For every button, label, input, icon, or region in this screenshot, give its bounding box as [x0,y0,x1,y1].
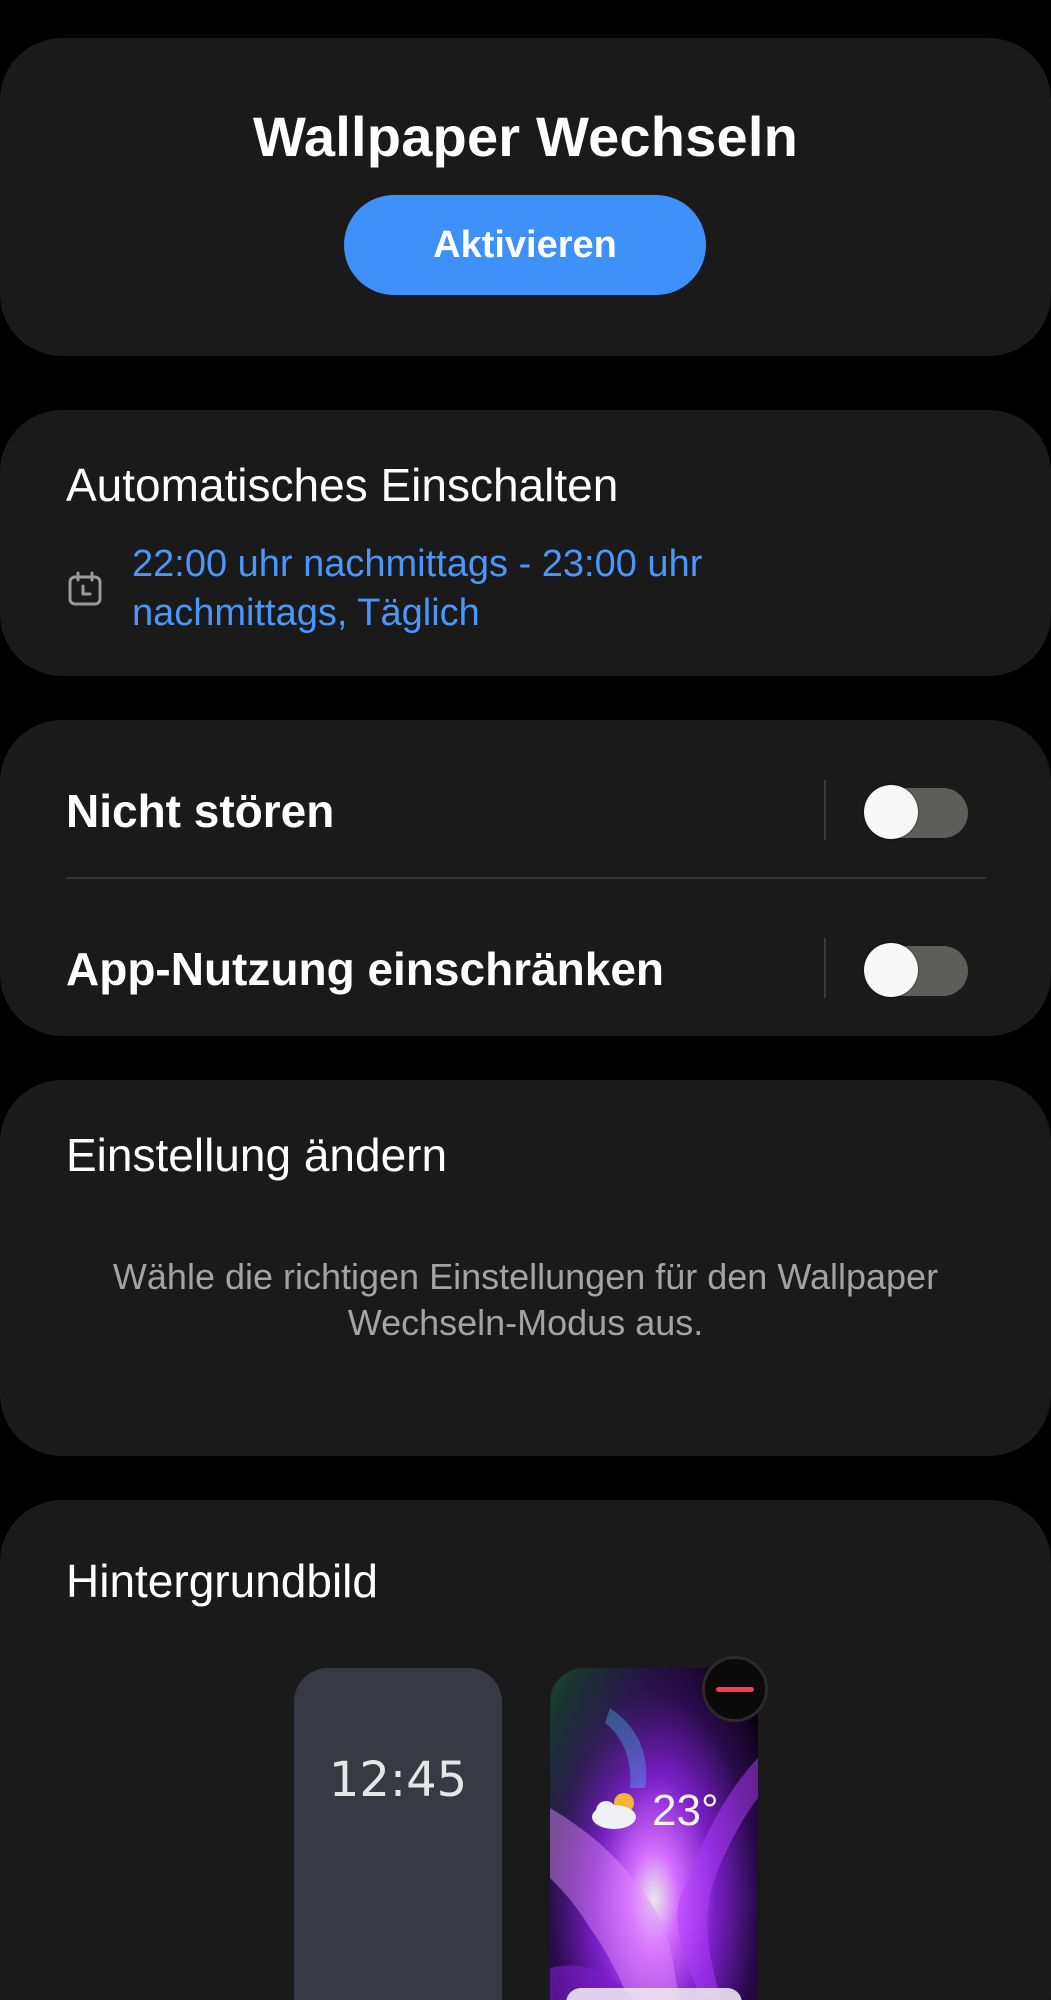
change-settings-title: Einstellung ändern [66,1129,448,1181]
row-divider [824,938,826,998]
lock-screen-time: 12:45 [328,1752,468,1808]
do-not-disturb-row[interactable]: Nicht stören [0,740,1051,880]
schedule-time-text: 22:00 uhr nachmittags - 23:00 uhr nachmi… [132,543,703,634]
limit-app-usage-label: App-Nutzung einschränken [66,943,665,995]
mode-title: Wallpaper Wechseln [252,105,799,168]
auto-schedule-card[interactable]: Automatisches Einschalten 22:00 uhr nach… [0,410,1051,676]
change-settings-card: Einstellung ändern Wähle die richtigen E… [0,1080,1051,1456]
do-not-disturb-switch[interactable] [864,785,968,839]
schedule-row[interactable]: 22:00 uhr nachmittags - 23:00 uhr nachmi… [66,540,866,638]
minus-icon [716,1686,754,1692]
home-search-bar [566,1988,742,2000]
switch-knob [864,785,918,839]
toggles-card: Nicht stören App-Nutzung einschränken [0,720,1051,1036]
calendar-icon [68,571,102,606]
do-not-disturb-label: Nicht stören [66,785,335,837]
home-weather: 23° [588,1786,719,1836]
home-temperature: 23° [652,1786,719,1835]
activate-button[interactable]: Aktivieren [344,195,706,295]
change-settings-description: Wähle die richtigen Einstellungen für de… [112,1256,939,1343]
partly-cloudy-icon [592,1793,636,1829]
mode-card: Wallpaper Wechseln Aktivieren [0,38,1051,356]
wallpaper-title: Hintergrundbild [66,1555,378,1607]
remove-wallpaper-button[interactable] [702,1656,768,1722]
limit-app-usage-row[interactable]: App-Nutzung einschränken [0,898,1051,1038]
wallpaper-card: Hintergrundbild 12:45 23° [0,1500,1051,2000]
list-divider [66,877,986,879]
switch-knob [864,943,918,997]
lock-screen-preview[interactable]: 12:45 [294,1668,502,2000]
auto-schedule-title: Automatisches Einschalten [66,459,619,511]
row-divider [824,780,826,840]
limit-app-usage-switch[interactable] [864,943,968,997]
